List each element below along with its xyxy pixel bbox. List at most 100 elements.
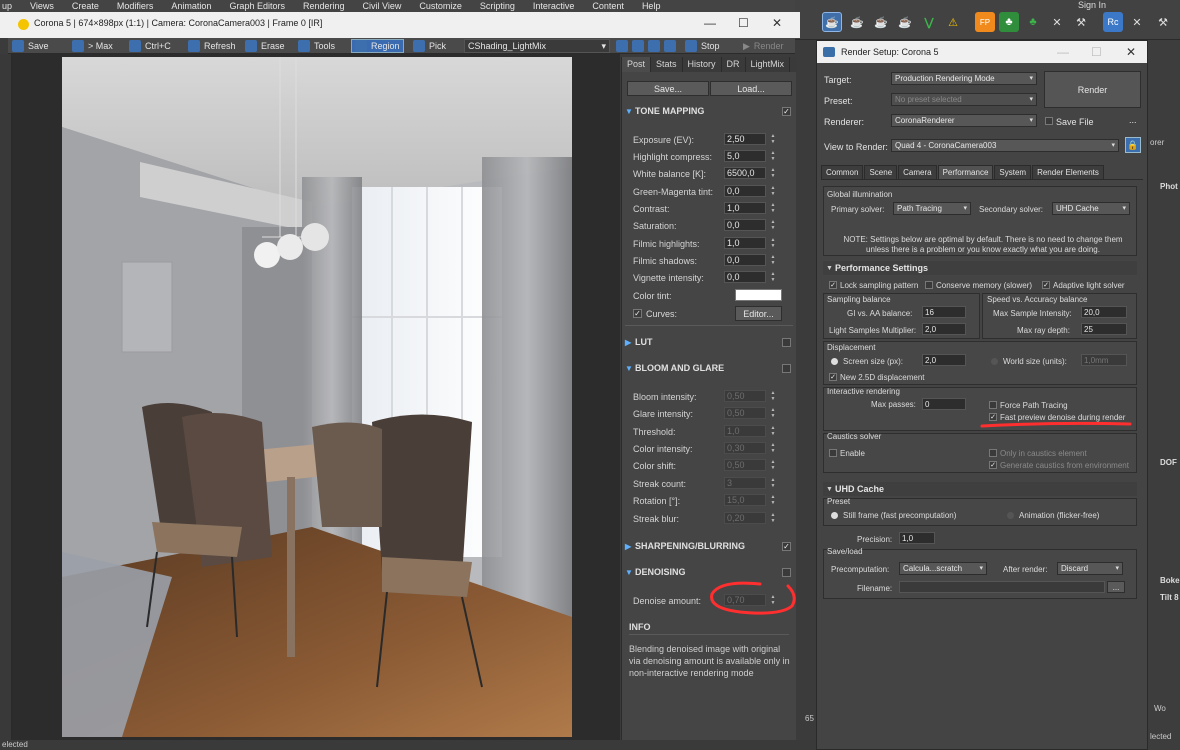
render-button[interactable]: Render [1044, 71, 1141, 108]
maximize-icon[interactable]: ☐ [1091, 45, 1102, 59]
color-intensity-input[interactable]: 0,30 [724, 442, 766, 454]
spinner-arrows-icon[interactable]: ▲ ▼ [769, 459, 777, 471]
wrench-icon[interactable]: ✕ [1127, 12, 1147, 32]
tab-render-elements[interactable]: Render Elements [1032, 165, 1104, 179]
threshold-input[interactable]: 1,0 [724, 425, 766, 437]
browse-button[interactable]: ... [1129, 115, 1137, 125]
wrench-icon[interactable]: ⚒ [1153, 12, 1173, 32]
forest-icon[interactable]: ♣ [999, 12, 1019, 32]
lock-sampling-checkbox[interactable]: ✓ [829, 281, 837, 289]
generate-caustics-checkbox[interactable]: ✓ [989, 461, 997, 469]
hammer-icon[interactable]: ⚒ [1071, 12, 1091, 32]
after-render-select[interactable]: Discard ▾ [1057, 562, 1123, 575]
bloom-intensity-input[interactable]: 0,50 [724, 390, 766, 402]
spinner-arrows-icon[interactable]: ▲ ▼ [769, 237, 777, 249]
load-preset-button[interactable]: Load... [710, 81, 792, 96]
spinner-arrows-icon[interactable]: ▲ ▼ [769, 219, 777, 231]
menu-item[interactable]: Modifiers [117, 1, 154, 11]
exposure-input[interactable]: 2,50 [724, 133, 766, 145]
tab-post[interactable]: Post [622, 57, 652, 72]
max-ray-input[interactable]: 25 [1081, 323, 1127, 335]
gi-aa-input[interactable]: 16 [922, 306, 966, 318]
sign-in-link[interactable]: Sign In [1078, 0, 1106, 10]
spinner-arrows-icon[interactable]: ▲ ▼ [769, 185, 777, 197]
color-tint-swatch[interactable] [735, 289, 782, 301]
rotation-input[interactable]: 15,0 [724, 494, 766, 506]
menu-item[interactable]: Customize [419, 1, 462, 11]
view-to-render-select[interactable]: Quad 4 - CoronaCamera003 ▾ [891, 139, 1119, 152]
fp-icon[interactable]: FP [975, 12, 995, 32]
curves-checkbox[interactable]: ✓ [633, 309, 642, 318]
refresh-button[interactable]: Refresh [188, 39, 236, 53]
filmic-highlights-input[interactable]: 1,0 [724, 237, 766, 249]
precision-input[interactable]: 1,0 [899, 532, 935, 544]
denoise-amount-input[interactable]: 0,70 [724, 594, 766, 606]
menu-item[interactable]: Rendering [303, 1, 345, 11]
spinner-arrows-icon[interactable]: ▲ ▼ [769, 271, 777, 283]
saturation-input[interactable]: 0,0 [724, 219, 766, 231]
world-size-input[interactable]: 1,0mm [1081, 354, 1127, 366]
teapot-icon[interactable]: ☕ [895, 12, 915, 32]
bloom-glare-checkbox[interactable] [782, 364, 791, 373]
tab-common[interactable]: Common [821, 165, 864, 179]
max-passes-input[interactable]: 0 [922, 398, 966, 410]
world-size-radio[interactable] [991, 358, 998, 365]
chevron-down-icon[interactable]: ⋁ [919, 12, 939, 32]
spinner-arrows-icon[interactable]: ▲ ▼ [769, 594, 777, 606]
spinner-arrows-icon[interactable]: ▲ ▼ [769, 442, 777, 454]
max-button[interactable]: > Max [72, 39, 113, 53]
tab-history[interactable]: History [683, 57, 722, 72]
adaptive-light-checkbox[interactable]: ✓ [1042, 281, 1050, 289]
menu-item[interactable]: Help [642, 1, 661, 11]
menu-item[interactable]: Views [30, 1, 54, 11]
menu-item[interactable]: Animation [171, 1, 211, 11]
spinner-arrows-icon[interactable]: ▲ ▼ [769, 494, 777, 506]
copy-button[interactable]: Ctrl+C [129, 39, 171, 53]
zoom-fit-icon[interactable] [648, 39, 660, 53]
sharpening-checkbox[interactable]: ✓ [782, 542, 791, 551]
tab-dr[interactable]: DR [722, 57, 746, 72]
warning-icon[interactable]: ⚠ [943, 12, 963, 32]
spinner-arrows-icon[interactable]: ▲ ▼ [769, 254, 777, 266]
preset-select[interactable]: No preset selected ▾ [891, 93, 1037, 106]
menu-item[interactable]: Scripting [480, 1, 515, 11]
spinner-arrows-icon[interactable]: ▲ ▼ [769, 425, 777, 437]
pick-button[interactable]: Pick [413, 39, 446, 53]
contrast-input[interactable]: 1,0 [724, 202, 766, 214]
teapot-render-icon[interactable]: ☕ [822, 12, 842, 32]
tools-button[interactable]: Tools [298, 39, 335, 53]
filename-input[interactable] [899, 581, 1105, 593]
bloom-glare-header[interactable]: ▼ BLOOM AND GLARE [625, 361, 795, 375]
spinner-arrows-icon[interactable]: ▲ ▼ [769, 512, 777, 524]
caustics-enable-checkbox[interactable] [829, 449, 837, 457]
zoom-out-icon[interactable] [632, 39, 644, 53]
tab-scene[interactable]: Scene [864, 165, 898, 179]
still-frame-radio[interactable] [831, 512, 838, 519]
performance-settings-header[interactable]: ▼ Performance Settings [823, 261, 1137, 275]
max-sample-input[interactable]: 20,0 [1081, 306, 1127, 318]
new-displacement-checkbox[interactable]: ✓ [829, 373, 837, 381]
maximize-icon[interactable]: ☐ [738, 16, 749, 30]
precomputation-select[interactable]: Calcula...scratch ▾ [899, 562, 987, 575]
color-shift-input[interactable]: 0,50 [724, 459, 766, 471]
save-file-checkbox[interactable] [1045, 117, 1053, 125]
denoising-checkbox[interactable] [782, 568, 791, 577]
tab-stats[interactable]: Stats [651, 57, 683, 72]
renderer-select[interactable]: CoronaRenderer ▾ [891, 114, 1037, 127]
menu-item[interactable]: Interactive [533, 1, 575, 11]
screen-size-radio[interactable] [831, 358, 838, 365]
streak-count-input[interactable]: 3 [724, 477, 766, 489]
render-button[interactable]: ▶ Render [743, 39, 783, 53]
only-caustics-checkbox[interactable] [989, 449, 997, 457]
secondary-solver-select[interactable]: UHD Cache ▾ [1052, 202, 1130, 215]
uhd-cache-header[interactable]: ▼ UHD Cache [823, 482, 1137, 496]
region-button[interactable]: Region [351, 39, 404, 53]
close-icon[interactable]: ✕ [1126, 45, 1136, 59]
lut-checkbox[interactable] [782, 338, 791, 347]
save-button[interactable]: Save [12, 39, 49, 53]
light-samples-input[interactable]: 2,0 [922, 323, 966, 335]
spinner-arrows-icon[interactable]: ▲ ▼ [769, 390, 777, 402]
zoom-in-icon[interactable] [616, 39, 628, 53]
spinner-arrows-icon[interactable]: ▲ ▼ [769, 407, 777, 419]
stop-button[interactable]: Stop [685, 39, 720, 53]
